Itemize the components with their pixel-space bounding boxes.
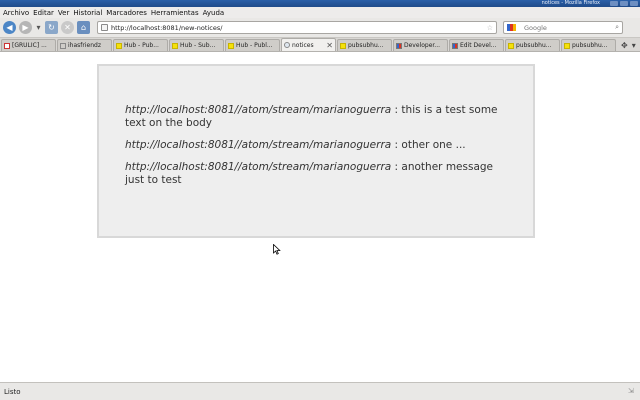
notice-source[interactable]: http://localhost:8081//atom/stream/maria… (125, 161, 391, 173)
menu-herramientas[interactable]: Herramientas (151, 9, 203, 17)
tab-pubsubhu-2[interactable]: pubsubhu... (505, 39, 560, 51)
tab-ihasfriendz[interactable]: ihasfriendz (57, 39, 112, 51)
google-icon (452, 42, 458, 49)
menu-bar: Archivo Editar Ver Historial Marcadores … (0, 7, 640, 18)
tab-tools: ✥ ▾ (621, 39, 636, 51)
yellow-square-icon (172, 42, 178, 49)
notice-item: http://localhost:8081//atom/stream/maria… (125, 161, 507, 187)
tab-grulic[interactable]: [GRULIC] ... (1, 39, 56, 51)
bookmark-star-icon[interactable]: ☆ (487, 24, 493, 32)
tab-notices[interactable]: notices ✕ (281, 38, 336, 51)
site-identity-icon[interactable] (101, 24, 108, 31)
yellow-square-icon (228, 42, 234, 49)
notice-separator: : (391, 161, 402, 173)
notice-message: other one ... (401, 139, 466, 151)
notice-item: http://localhost:8081//atom/stream/maria… (125, 104, 507, 130)
minimize-button[interactable] (610, 1, 618, 6)
menu-archivo[interactable]: Archivo (3, 9, 33, 17)
menu-marcadores[interactable]: Marcadores (106, 9, 151, 17)
notice-source[interactable]: http://localhost:8081//atom/stream/maria… (125, 104, 391, 116)
close-window-button[interactable] (630, 1, 638, 6)
history-dropdown-icon[interactable]: ▾ (35, 21, 42, 34)
stop-icon[interactable]: ✕ (61, 21, 74, 34)
notice-source[interactable]: http://localhost:8081//atom/stream/maria… (125, 139, 391, 151)
tab-label: pubsubhu... (572, 42, 608, 49)
globe-icon (284, 42, 290, 48)
tab-label: pubsubhu... (516, 42, 552, 49)
page-icon (60, 42, 66, 49)
google-icon (396, 42, 402, 49)
resize-grip-icon[interactable]: ⇲ (628, 387, 638, 397)
window-controls (610, 1, 638, 6)
tab-developer[interactable]: Developer... (393, 39, 448, 51)
tab-pubsubhu-3[interactable]: pubsubhu... (561, 39, 616, 51)
yellow-square-icon (564, 42, 570, 49)
menu-ver[interactable]: Ver (58, 9, 73, 17)
yellow-square-icon (508, 42, 514, 49)
window-titlebar: notices - Mozilla Firefox (0, 0, 640, 7)
status-text: Listo (4, 387, 21, 396)
tab-scroll-icon[interactable]: ✥ (621, 41, 628, 50)
window-title: notices - Mozilla Firefox (541, 0, 600, 6)
google-engine-icon[interactable] (507, 24, 521, 32)
url-text[interactable]: http://localhost:8081/new-notices/ (111, 24, 485, 32)
list-all-tabs-icon[interactable]: ▾ (632, 41, 636, 50)
tab-label: Hub - Publ... (236, 42, 273, 49)
notice-item: http://localhost:8081//atom/stream/maria… (125, 139, 507, 152)
menu-ayuda[interactable]: Ayuda (203, 9, 229, 17)
page-content: http://localhost:8081//atom/stream/maria… (0, 53, 640, 382)
tab-label: notices (292, 41, 314, 49)
tab-hub-publ[interactable]: Hub - Publ... (225, 39, 280, 51)
search-input[interactable] (524, 23, 616, 32)
tab-label: [GRULIC] ... (12, 42, 47, 49)
reload-icon[interactable]: ↻ (45, 21, 58, 34)
menu-editar[interactable]: Editar (33, 9, 58, 17)
tab-hub-pub[interactable]: Hub - Pub... (113, 39, 168, 51)
yellow-square-icon (340, 42, 346, 49)
maximize-button[interactable] (620, 1, 628, 6)
notice-separator: : (391, 104, 402, 116)
notice-separator: : (391, 139, 402, 151)
tab-hub-sub[interactable]: Hub - Sub... (169, 39, 224, 51)
yellow-square-icon (116, 42, 122, 49)
notices-panel: http://localhost:8081//atom/stream/maria… (97, 64, 535, 238)
tab-label: Hub - Sub... (180, 42, 216, 49)
back-arrow-icon[interactable]: ◀ (3, 21, 16, 34)
search-icon[interactable]: ⌕ (615, 23, 619, 32)
status-bar: Listo ⇲ (0, 382, 640, 400)
tab-edit-devel[interactable]: Edit Devel... (449, 39, 504, 51)
tab-label: pubsubhu... (348, 42, 384, 49)
home-icon[interactable]: ⌂ (77, 21, 90, 34)
forward-arrow-icon[interactable]: ▶ (19, 21, 32, 34)
close-icon[interactable]: ✕ (326, 41, 333, 50)
tab-label: Hub - Pub... (124, 42, 159, 49)
mouse-cursor-icon (273, 244, 281, 255)
menu-historial[interactable]: Historial (73, 9, 106, 17)
gmail-icon (4, 42, 10, 49)
tab-label: Developer... (404, 42, 441, 49)
tab-strip: [GRULIC] ... ihasfriendz Hub - Pub... Hu… (0, 38, 640, 52)
tab-label: Edit Devel... (460, 42, 497, 49)
tab-pubsubhu-1[interactable]: pubsubhu... (337, 39, 392, 51)
navigation-toolbar: ◀ ▶ ▾ ↻ ✕ ⌂ http://localhost:8081/new-no… (0, 18, 640, 38)
url-bar[interactable]: http://localhost:8081/new-notices/ ☆ (97, 21, 497, 34)
search-bar[interactable]: ⌕ (503, 21, 623, 34)
tab-label: ihasfriendz (68, 42, 101, 49)
